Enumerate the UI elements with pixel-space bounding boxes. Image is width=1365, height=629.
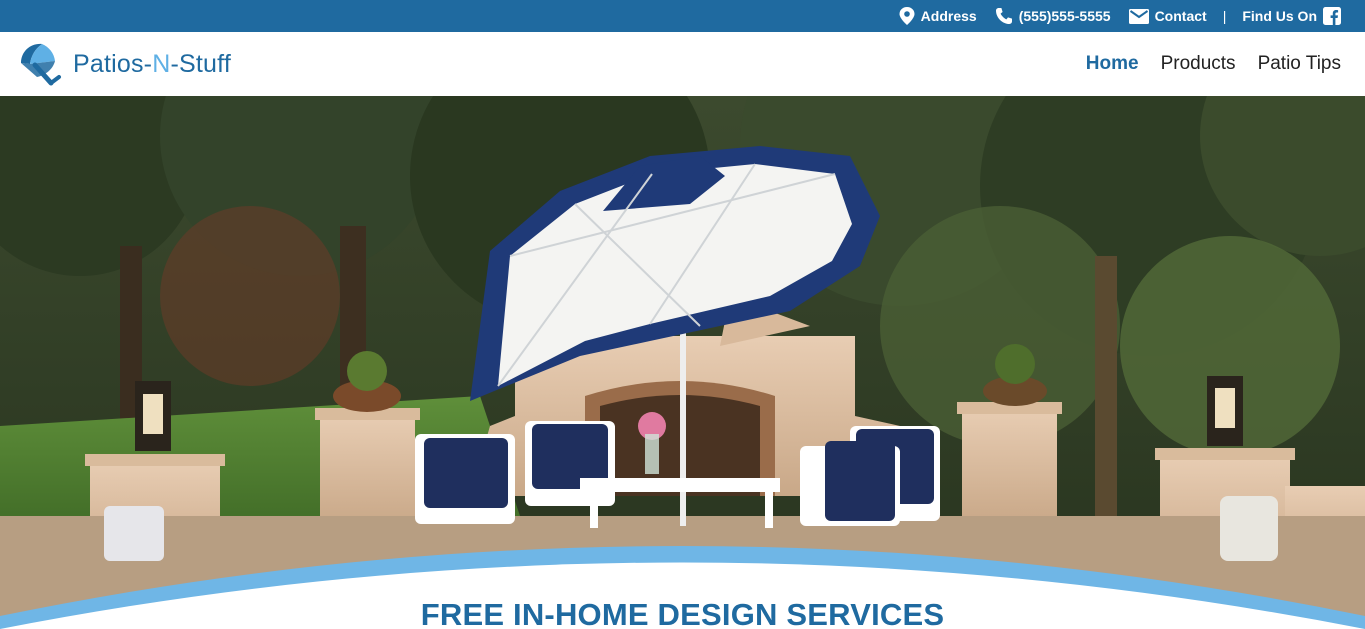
address-label: Address	[920, 8, 977, 24]
phone-icon	[995, 8, 1012, 24]
nav-item-patio-tips[interactable]: Patio Tips	[1258, 53, 1341, 75]
main-header: Patios-N-Stuff Home Products Patio Tips	[0, 32, 1365, 96]
umbrella-logo-icon	[21, 43, 61, 86]
hero-banner	[0, 96, 1365, 629]
find-us-label: Find Us On	[1242, 8, 1317, 24]
contact-label: Contact	[1154, 8, 1207, 24]
nav-item-home[interactable]: Home	[1086, 53, 1139, 75]
phone-link[interactable]: (555)555-5555	[995, 7, 1111, 25]
brand-name-part2: N	[152, 49, 171, 78]
hero-heading: FREE IN-HOME DESIGN SERVICES	[420, 597, 945, 629]
map-pin-icon	[899, 7, 915, 25]
facebook-icon	[1323, 7, 1341, 25]
topbar-separator: |	[1222, 8, 1227, 24]
hero-patio-image	[0, 96, 1365, 629]
brand-name-part1: Patios-	[73, 49, 153, 78]
brand-logo-link[interactable]: Patios-N-Stuff	[17, 41, 231, 87]
main-nav: Home Products Patio Tips	[1064, 53, 1341, 75]
phone-number: (555)555-5555	[1018, 8, 1111, 24]
brand-name: Patios-N-Stuff	[73, 50, 231, 79]
contact-link[interactable]: Contact	[1128, 8, 1207, 24]
nav-item-products[interactable]: Products	[1161, 53, 1236, 75]
brand-name-part3: -Stuff	[170, 49, 231, 78]
find-us-link[interactable]: Find Us On	[1242, 7, 1341, 25]
envelope-icon	[1128, 8, 1149, 24]
address-link[interactable]: Address	[899, 7, 977, 25]
top-utility-bar: Address (555)555-5555 Contact | Find Us …	[0, 0, 1365, 32]
